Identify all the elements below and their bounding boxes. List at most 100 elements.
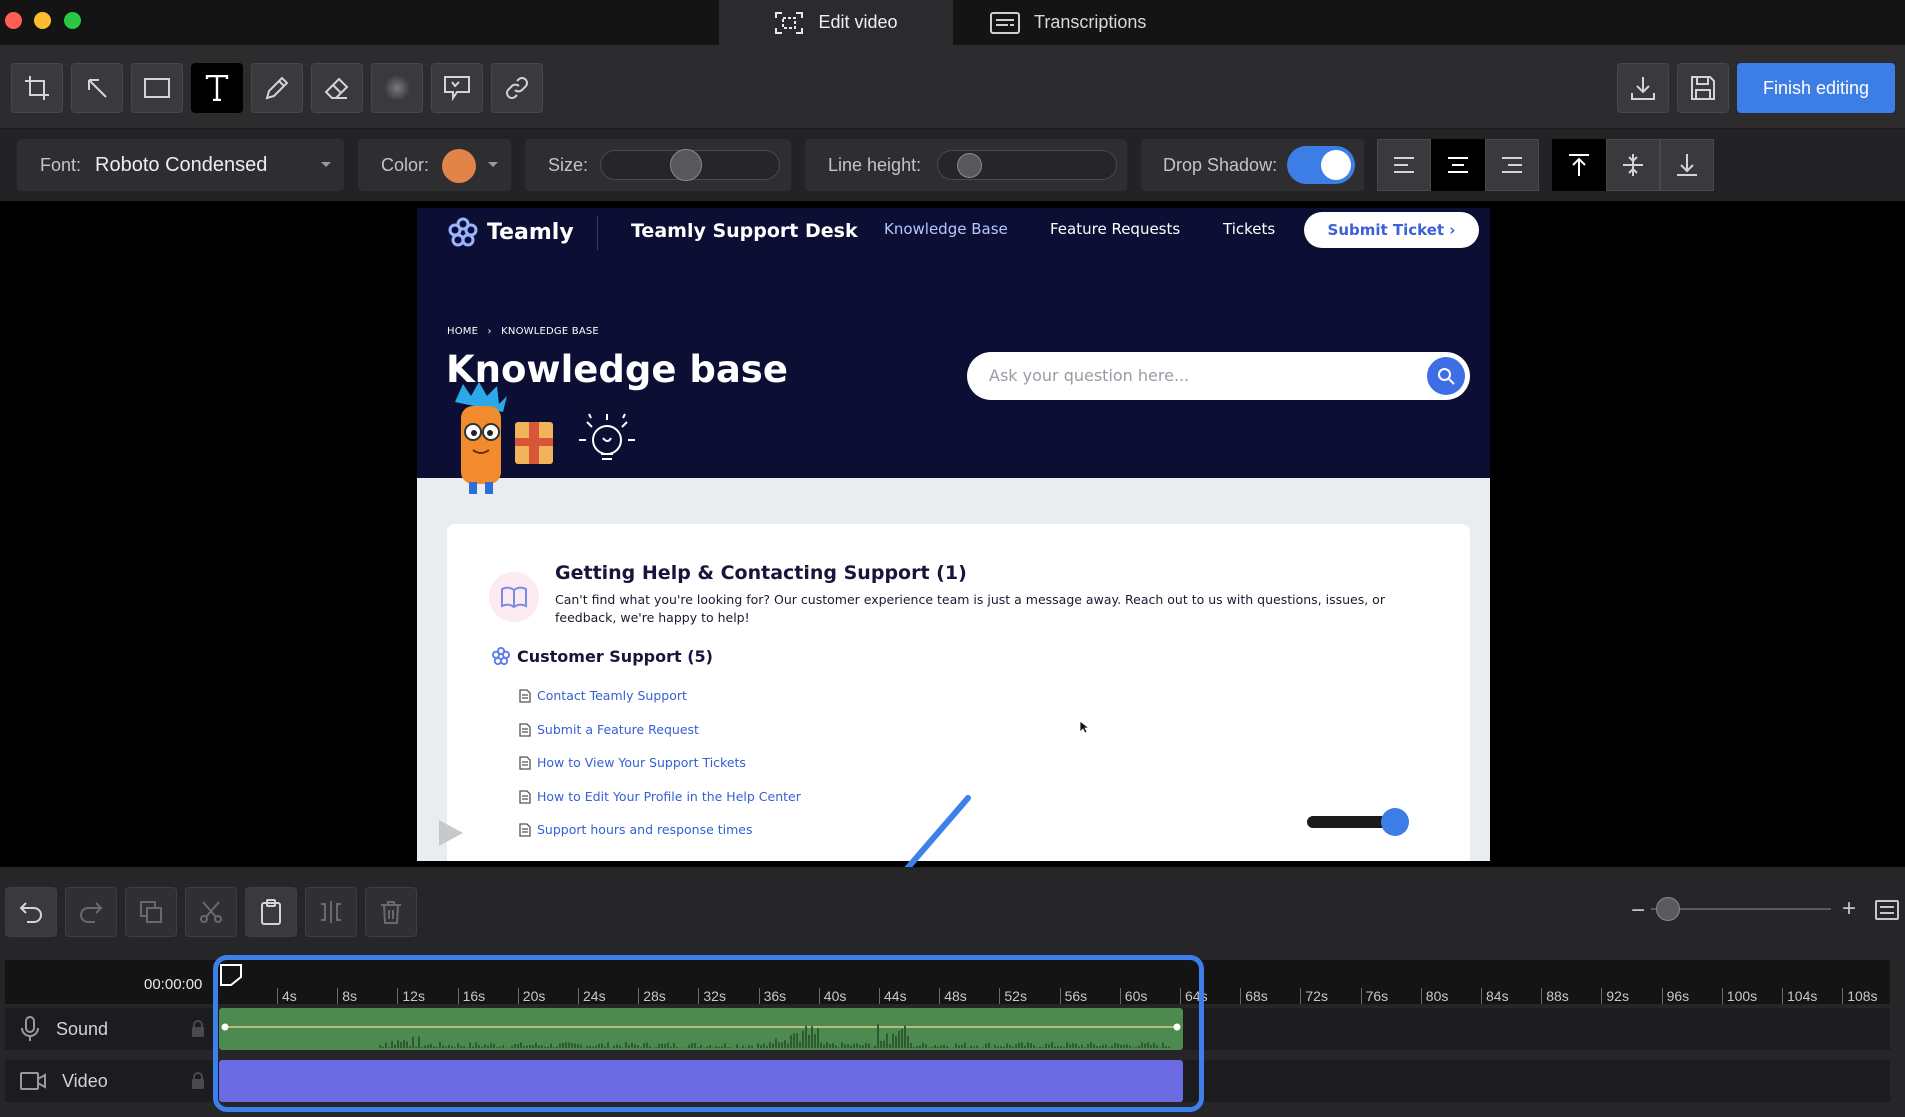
article-link[interactable]: Support hours and response times: [519, 822, 753, 837]
align-middle-button[interactable]: [1606, 139, 1660, 191]
timeline-tick: 100s: [1721, 988, 1757, 1004]
search-input[interactable]: Ask your question here...: [967, 352, 1470, 400]
close-window-button[interactable]: [5, 12, 22, 29]
text-properties-bar: Font: Roboto Condensed Color: Size: Line…: [0, 129, 1905, 201]
drop-shadow-toggle[interactable]: [1287, 146, 1355, 184]
speech-bubble-icon: [444, 76, 470, 101]
search-icon: [1438, 368, 1455, 385]
redo-button[interactable]: [65, 887, 117, 937]
timeline-tick: 88s: [1541, 988, 1569, 1004]
video-frame[interactable]: Teamly Teamly Support Desk Knowledge Bas…: [417, 208, 1490, 861]
breadcrumb-separator: ›: [487, 326, 492, 337]
color-swatch[interactable]: [442, 149, 476, 183]
nav-knowledge-base[interactable]: Knowledge Base: [884, 220, 1008, 238]
copy-button[interactable]: [125, 887, 177, 937]
tab-edit-video[interactable]: Edit video: [719, 0, 953, 45]
size-label: Size:: [548, 154, 589, 175]
breadcrumb-home[interactable]: HOME: [447, 326, 478, 337]
flower-logo-icon: [491, 646, 511, 666]
search-button[interactable]: [1427, 357, 1465, 395]
desk-title: Teamly Support Desk: [631, 220, 858, 242]
download-icon: [1631, 77, 1655, 100]
size-slider-knob[interactable]: [670, 149, 702, 181]
split-icon: [321, 901, 341, 923]
line-height-slider-knob[interactable]: [957, 153, 982, 178]
align-bottom-button[interactable]: [1660, 139, 1714, 191]
line-height-control: Line height:: [805, 139, 1127, 191]
volume-slider-knob[interactable]: [1381, 808, 1409, 836]
lock-icon[interactable]: [191, 1020, 205, 1038]
section-description: Can't find what you're looking for? Our …: [555, 592, 1385, 625]
nav-feature-requests[interactable]: Feature Requests: [1050, 220, 1180, 238]
font-select[interactable]: Font: Roboto Condensed: [17, 139, 344, 191]
text-tool-button[interactable]: [191, 63, 243, 113]
link-tool-button[interactable]: [491, 63, 543, 113]
download-button[interactable]: [1617, 63, 1669, 113]
align-middle-icon: [1623, 154, 1643, 176]
crop-tool-button[interactable]: [11, 63, 63, 113]
microphone-icon: [21, 1016, 39, 1041]
size-control: Size:: [525, 139, 791, 191]
nav-tickets[interactable]: Tickets: [1223, 220, 1275, 238]
delete-button[interactable]: [365, 887, 417, 937]
color-picker[interactable]: Color:: [358, 139, 511, 191]
arrow-icon: [88, 79, 107, 98]
line-height-label: Line height:: [828, 154, 922, 175]
section-title[interactable]: Getting Help & Contacting Support (1): [555, 562, 967, 584]
article-link[interactable]: How to Edit Your Profile in the Help Cen…: [519, 789, 801, 804]
rectangle-tool-button[interactable]: [131, 63, 183, 113]
cut-button[interactable]: [185, 887, 237, 937]
maximize-window-button[interactable]: [64, 12, 81, 29]
teamly-logo: Teamly: [447, 216, 574, 248]
callout-tool-button[interactable]: [431, 63, 483, 113]
annotation-highlight-box: [213, 955, 1204, 1112]
font-label: Font:: [40, 154, 82, 175]
category-title[interactable]: Customer Support (5): [491, 646, 713, 666]
fit-timeline-icon[interactable]: [1875, 898, 1899, 922]
eraser-tool-button[interactable]: [311, 63, 363, 113]
lock-icon[interactable]: [191, 1072, 205, 1090]
undo-button[interactable]: [5, 887, 57, 937]
zoom-out-button[interactable]: −: [1631, 897, 1645, 925]
pen-tool-button[interactable]: [251, 63, 303, 113]
zoom-in-button[interactable]: +: [1842, 895, 1856, 923]
minimize-window-button[interactable]: [34, 12, 51, 29]
current-timecode: 00:00:00: [144, 976, 203, 993]
article-link[interactable]: How to View Your Support Tickets: [519, 755, 746, 770]
align-left-icon: [1394, 157, 1414, 173]
drop-shadow-control: Drop Shadow:: [1141, 139, 1364, 191]
align-right-icon: [1502, 157, 1522, 173]
align-right-button[interactable]: [1485, 139, 1539, 191]
align-center-button[interactable]: [1431, 139, 1485, 191]
undo-icon: [19, 902, 42, 923]
timeline-tick: 84s: [1481, 988, 1509, 1004]
paste-button[interactable]: [245, 887, 297, 937]
zoom-slider-knob[interactable]: [1656, 897, 1680, 921]
blur-tool-button[interactable]: [371, 63, 423, 113]
split-button[interactable]: [305, 887, 357, 937]
crop-icon: [25, 76, 49, 100]
pen-icon: [265, 76, 289, 100]
flower-logo-icon: [448, 217, 478, 247]
align-top-button[interactable]: [1552, 139, 1606, 191]
article-link[interactable]: Contact Teamly Support: [519, 688, 687, 703]
timeline-tick: 96s: [1661, 988, 1689, 1004]
save-button[interactable]: [1677, 63, 1729, 113]
color-label: Color:: [381, 154, 430, 175]
drawing-toolbar: Finish editing: [0, 45, 1905, 129]
chevron-down-icon: [488, 162, 498, 167]
finish-editing-button[interactable]: Finish editing: [1737, 63, 1895, 113]
align-left-button[interactable]: [1377, 139, 1431, 191]
tab-transcriptions[interactable]: Transcriptions: [990, 0, 1190, 45]
transcript-icon: [990, 11, 1020, 34]
document-icon: [519, 722, 531, 737]
timeline-toolbar: − +: [0, 867, 1905, 957]
timeline-tick: 76s: [1360, 988, 1388, 1004]
play-icon[interactable]: [437, 818, 465, 848]
video-track-label: Video: [20, 1060, 108, 1102]
article-link[interactable]: Submit a Feature Request: [519, 722, 699, 737]
arrow-tool-button[interactable]: [71, 63, 123, 113]
mascot-illustration: [455, 382, 553, 494]
submit-ticket-button[interactable]: Submit Ticket ›: [1304, 212, 1479, 248]
breadcrumb-current: KNOWLEDGE BASE: [501, 326, 599, 337]
